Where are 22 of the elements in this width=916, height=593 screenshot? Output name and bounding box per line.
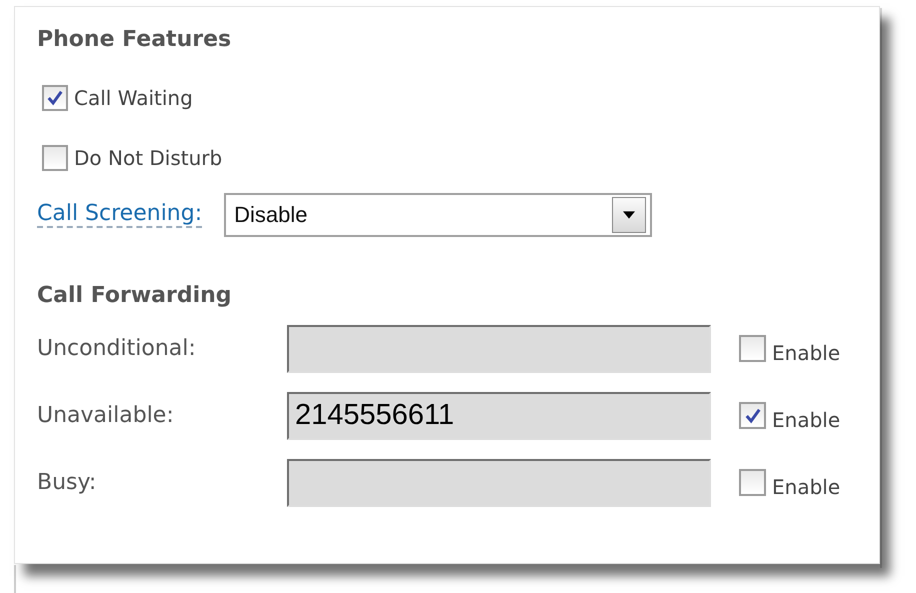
checkbox-label: Enable	[772, 406, 840, 432]
section-title: Call Forwarding	[37, 283, 233, 310]
field-label: Busy:	[37, 470, 98, 495]
call-screening-link[interactable]: Call Screening:	[37, 202, 202, 228]
dropdown[interactable]: Disable	[224, 193, 652, 237]
checkbox[interactable]	[739, 469, 766, 496]
checkbox[interactable]	[42, 85, 68, 111]
checkbox[interactable]	[42, 145, 68, 171]
field-label: Unconditional:	[37, 336, 197, 361]
caret-icon	[623, 211, 636, 219]
checkbox-label: Do Not Disturb	[74, 146, 222, 170]
input-field[interactable]: 2145556611	[287, 392, 711, 440]
section-title: Phone Features	[37, 27, 232, 54]
checkbox-label: Enable	[772, 340, 840, 364]
checkbox[interactable]	[739, 402, 766, 429]
checkbox[interactable]	[739, 335, 766, 362]
checkbox-label: Call Waiting	[74, 86, 193, 110]
checkbox-label: Enable	[772, 474, 840, 498]
check-icon	[45, 88, 65, 108]
input-field[interactable]	[287, 324, 711, 372]
input-field[interactable]	[287, 458, 711, 506]
field-label: Unavailable:	[37, 403, 175, 428]
